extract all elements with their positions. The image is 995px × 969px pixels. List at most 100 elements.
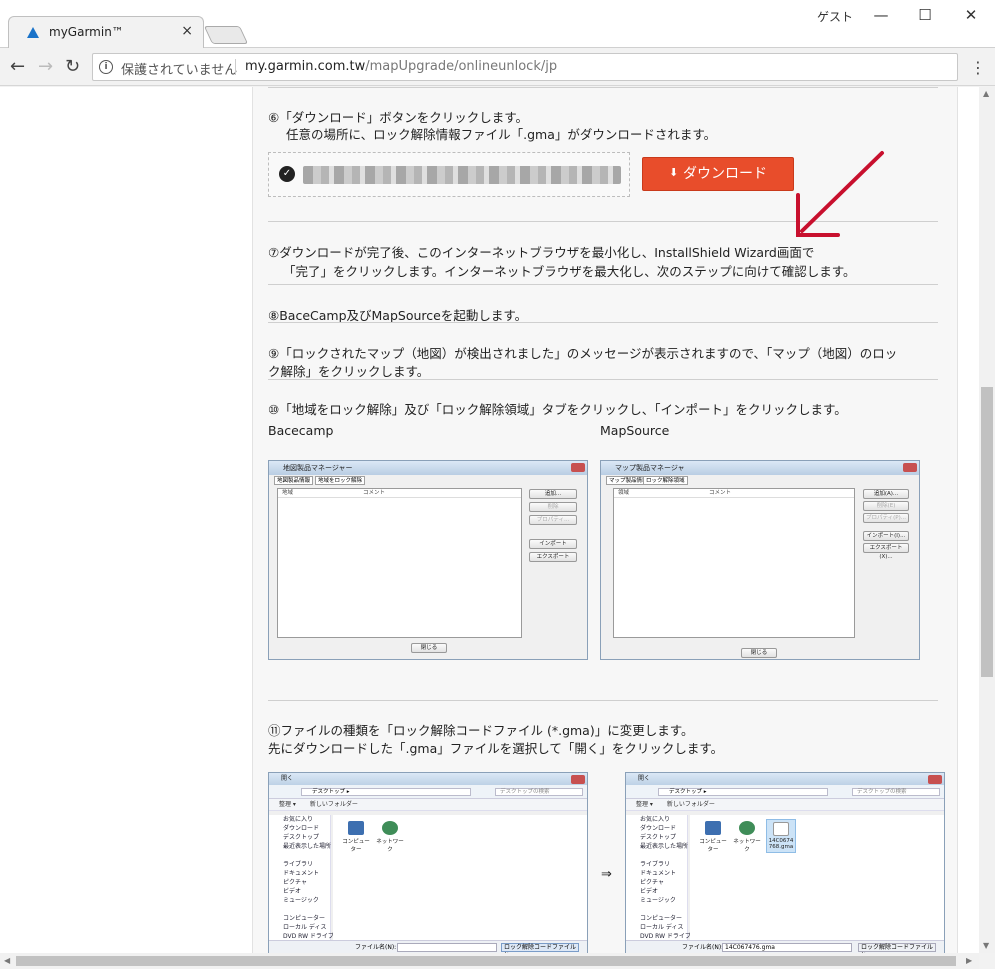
mapsource-label: MapSource: [600, 423, 670, 438]
address-bar[interactable]: i 保護されていません my.garmin.com.tw/mapUpgrade/…: [92, 53, 958, 81]
security-status[interactable]: 保護されていません: [121, 59, 237, 78]
dialog-title: 開く: [281, 775, 294, 782]
browser-menu-icon[interactable]: ⋮: [970, 58, 986, 77]
file-item: コンピューター: [698, 821, 728, 853]
tab-close-icon[interactable]: ×: [181, 23, 193, 39]
dialog-title: 開く: [638, 775, 651, 782]
export-button: エクスポート(X)...: [863, 543, 909, 560]
info-icon[interactable]: i: [99, 60, 113, 74]
horizontal-scrollbar[interactable]: ◀ ▶: [0, 953, 979, 969]
dialog-titlebar: 開く: [269, 773, 587, 785]
scroll-right-icon[interactable]: ▶: [966, 956, 972, 965]
file-icon: [773, 822, 789, 836]
back-button[interactable]: ←: [10, 56, 25, 77]
nav-pane-item: 最近表示した場所: [640, 843, 689, 850]
import-button: インポート: [529, 539, 577, 549]
dialog-title: 地図製品マネージャー: [283, 464, 353, 472]
scroll-left-icon[interactable]: ◀: [4, 956, 10, 965]
tab-product-info: 地図製品情報: [274, 476, 314, 485]
close-icon: [571, 463, 585, 472]
nav-pane-item: ドキュメント: [283, 870, 320, 877]
file-item-selected: 14C0674768.gma: [766, 819, 796, 853]
region-list: 領域 コメント: [613, 488, 855, 638]
nav-pane-item: ローカル ディス: [283, 924, 327, 931]
download-button[interactable]: ダウンロード: [642, 157, 794, 191]
search-box: デスクトップの検索: [852, 788, 940, 796]
file-item: ネットワーク: [732, 821, 762, 853]
nav-pane-item: ピクチャ: [283, 879, 307, 886]
vertical-scroll-thumb[interactable]: [981, 387, 993, 677]
nav-pane-item: ドキュメント: [640, 870, 677, 877]
step11-subtext: 先にダウンロードした「.gma」ファイルを選択して「開く」をクリックします。: [268, 741, 724, 756]
filename-row: ファイル名(N): ロック解除コードファイル (*.g ▾: [269, 940, 587, 953]
nav-pane-item: ダウンロード: [640, 825, 677, 832]
garmin-favicon-icon: [27, 27, 39, 38]
filename-row: ファイル名(N): 14C067476.gma ロック解除コードファイル (*.…: [626, 940, 944, 953]
dialog-titlebar: 地図製品マネージャー: [269, 461, 587, 475]
nav-pane-item: ビデオ: [283, 888, 302, 895]
export-button: エクスポート: [529, 552, 577, 562]
new-folder-button: 新しいフォルダー: [309, 801, 358, 808]
url-text[interactable]: my.garmin.com.tw/mapUpgrade/onlineunlock…: [245, 59, 557, 74]
tab-unlock-region: 地域をロック解除: [315, 476, 366, 485]
search-box: デスクトップの検索: [495, 788, 583, 796]
new-tab-button[interactable]: [203, 26, 249, 44]
browser-titlebar: myGarmin™ × ゲスト — ☐ ✕: [0, 0, 995, 48]
open-dialog-screenshot-before: 開く デスクトップ ▸ デスクトップの検索 整理 ▾ 新しいフォルダー お気に入り…: [268, 772, 588, 953]
browser-tab[interactable]: myGarmin™ ×: [8, 16, 204, 48]
minimize-button[interactable]: —: [866, 4, 896, 26]
profile-label[interactable]: ゲスト: [817, 8, 853, 25]
file-label: 14C0674768.gma: [768, 838, 794, 850]
organize-menu: 整理 ▾: [636, 801, 653, 808]
network-icon: [382, 821, 398, 835]
step6-subtext: 任意の場所に、ロック解除情報ファイル「.gma」がダウンロードされます。: [286, 127, 717, 142]
reload-button[interactable]: ↻: [65, 56, 80, 77]
open-dialog-screenshot-after: 開く デスクトップ ▸ デスクトップの検索 整理 ▾ 新しいフォルダー お気に入り…: [625, 772, 945, 953]
list-header: 領域 コメント: [614, 489, 854, 498]
nav-pane-item: ライブラリ: [283, 861, 314, 868]
scroll-down-icon[interactable]: ▼: [983, 941, 989, 950]
file-pane: コンピューター ネットワーク 14C0674768.gma: [690, 815, 944, 940]
nav-pane-item: お気に入り: [283, 816, 314, 823]
nav-pane-item: ビデオ: [640, 888, 659, 895]
close-icon: [928, 775, 942, 784]
maximize-button[interactable]: ☐: [910, 4, 940, 26]
add-button: 追加(A)...: [863, 489, 909, 499]
nav-pane-item: [626, 905, 687, 914]
scroll-up-icon[interactable]: ▲: [983, 89, 989, 98]
nav-pane-item: ミュージック: [283, 897, 319, 904]
path-box: デスクトップ ▸: [301, 788, 471, 796]
region-list: 地域 コメント: [277, 488, 522, 638]
filename-input: 14C067476.gma: [722, 943, 852, 952]
new-folder-button: 新しいフォルダー: [666, 801, 715, 808]
file-item: コンピューター: [341, 821, 371, 853]
step7-text: ⑦ダウンロードが完了後、このインターネットブラウザを最小化し、InstallSh…: [268, 245, 815, 260]
arrow-symbol: ⇒: [601, 867, 612, 882]
col-region: 領域: [618, 490, 630, 496]
vertical-scrollbar[interactable]: ▲ ▼: [979, 87, 995, 953]
nav-pane: お気に入り ダウンロード デスクトップ 最近表示した場所 ライブラリ ドキュメント ピクチャ…: [269, 815, 334, 940]
horizontal-scroll-thumb[interactable]: [16, 956, 956, 966]
filetype-select: ロック解除コードファイル (*.g ▾: [858, 943, 936, 953]
nav-pane-item: ダウンロード: [283, 825, 320, 832]
properties-button: プロパティ(P)...: [863, 513, 909, 523]
tab-unlock-region: ロック解除領域: [643, 476, 688, 485]
filename-label: ファイル名(N):: [355, 944, 397, 951]
dialog-toolbar: 整理 ▾ 新しいフォルダー: [626, 799, 944, 811]
col-comment: コメント: [709, 490, 732, 496]
omnibox-divider: [235, 59, 236, 75]
forward-button[interactable]: →: [38, 56, 53, 77]
divider: [268, 87, 938, 88]
nav-pane-item: ローカル ディス: [640, 924, 684, 931]
step7-subtext: 「完了」をクリックします。インターネットブラウザを最大化し、次のステップに向けて…: [283, 264, 856, 279]
step10-text: ⑩「地域をロック解除」及び「ロック解除領域」タブをクリックし、「インポート」をク…: [268, 402, 847, 417]
file-pane: コンピューター ネットワーク: [333, 815, 587, 940]
close-dialog-button: 閉じる: [741, 648, 777, 658]
file-item: ネットワーク: [375, 821, 405, 853]
nav-pane-item: ミュージック: [640, 897, 676, 904]
close-window-button[interactable]: ✕: [956, 4, 986, 26]
blurred-unlock-code: [303, 166, 621, 184]
dialog-title: マップ製品マネージャ: [615, 464, 685, 472]
delete-button: 削除: [529, 502, 577, 512]
basecamp-label: Bacecamp: [268, 423, 334, 438]
